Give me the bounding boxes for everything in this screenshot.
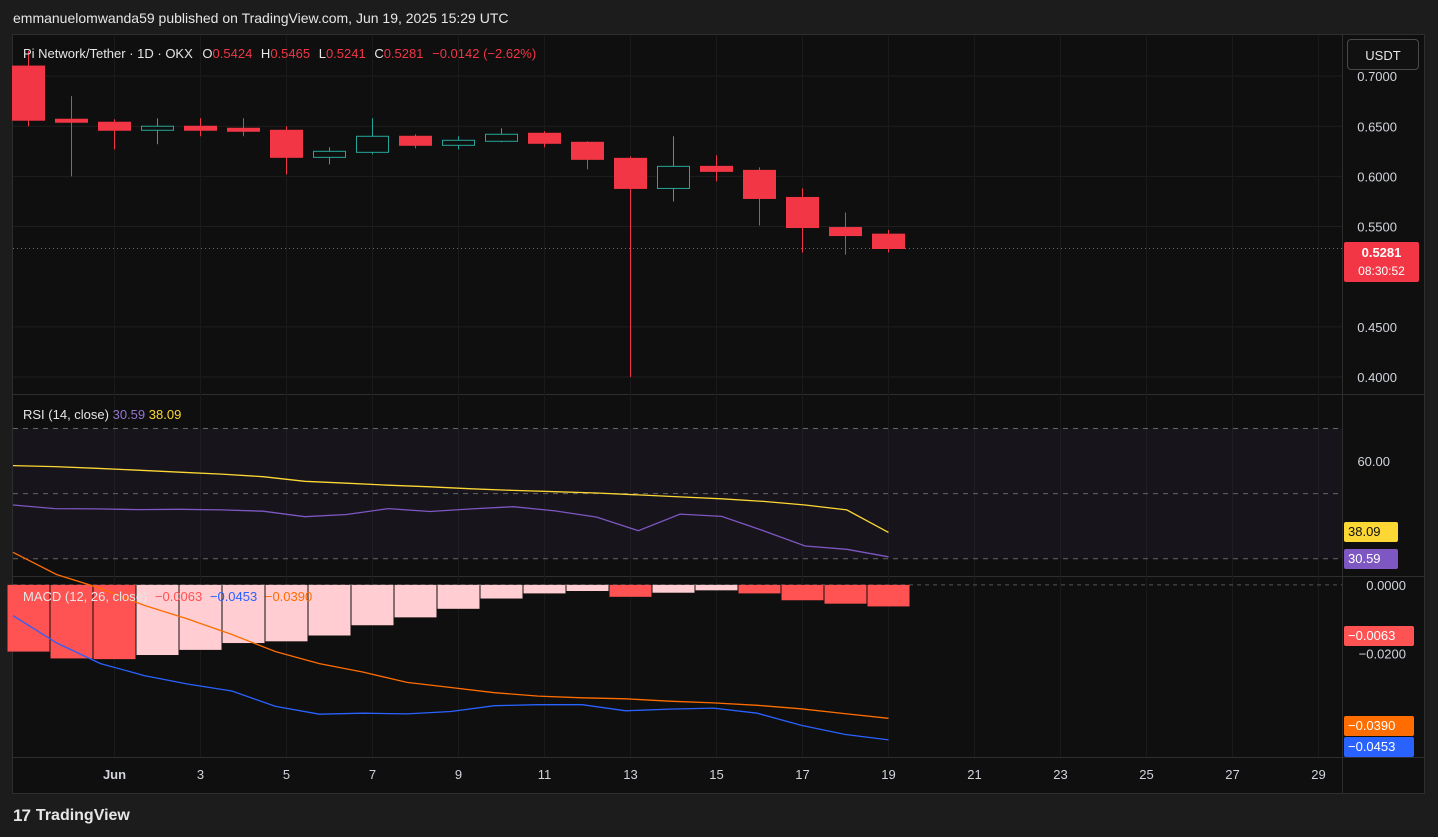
- macd-legend: MACD (12, 26, close) −0.0063 −0.0453 −0.…: [23, 589, 312, 604]
- close-label: C: [374, 46, 384, 61]
- time-tick-label: 11: [538, 767, 552, 782]
- macd-signal-value: −0.0390: [264, 589, 313, 604]
- macd-tick-label: −0.0200: [1359, 646, 1406, 661]
- candle-body: [12, 65, 45, 121]
- candle-body: [571, 141, 604, 160]
- tradingview-logo-icon[interactable]: 17: [13, 806, 31, 826]
- macd-tick-label: 0.0000: [1366, 578, 1406, 593]
- price-tick-label: 0.5500: [1357, 220, 1397, 235]
- macd-histogram-bar: [695, 584, 738, 591]
- macd-line-tag: −0.0453: [1344, 737, 1414, 757]
- macd-histogram-bar: [437, 584, 480, 609]
- macd-line-value: −0.0453: [209, 589, 258, 604]
- price-tick-label: 0.4500: [1357, 320, 1397, 335]
- candle-body: [614, 157, 647, 189]
- macd-histogram-bar: [824, 584, 867, 604]
- candle-body: [55, 118, 88, 123]
- time-tick-label: 5: [283, 767, 290, 782]
- candle-body: [528, 132, 561, 144]
- macd-label[interactable]: MACD (12, 26, close): [23, 589, 147, 604]
- candle-body: [485, 133, 518, 142]
- candle-body: [141, 125, 174, 131]
- candle-body: [98, 121, 131, 131]
- macd-hist-tag: −0.0063: [1344, 626, 1414, 646]
- high-value: 0.5465: [270, 46, 311, 61]
- macd-histogram-bar: [523, 584, 566, 594]
- bar-countdown: 08:30:52: [1358, 264, 1405, 278]
- macd-histogram-bar: [781, 584, 824, 601]
- time-tick-label: 25: [1139, 767, 1153, 782]
- candle-body: [313, 150, 346, 158]
- time-tick-label: 19: [881, 767, 895, 782]
- time-tick-label: Jun: [103, 767, 126, 782]
- candle-body: [872, 233, 905, 249]
- macd-histogram-bar: [738, 584, 781, 594]
- time-tick-label: 17: [795, 767, 809, 782]
- rsi-label[interactable]: RSI (14, close): [23, 407, 109, 422]
- price-tick-label: 0.4000: [1357, 370, 1397, 385]
- candle-body: [700, 165, 733, 172]
- low-label: L: [318, 46, 326, 61]
- close-value: 0.5281: [383, 46, 424, 61]
- footer: 17 TradingView: [13, 806, 130, 826]
- macd-histogram-bar: [566, 584, 609, 592]
- currency-button[interactable]: USDT: [1347, 39, 1419, 70]
- candle-body: [743, 169, 776, 199]
- candle-body: [657, 165, 690, 189]
- low-value: 0.5241: [325, 46, 366, 61]
- time-tick-label: 15: [709, 767, 723, 782]
- rsi-tick-label: 60.00: [1357, 454, 1390, 469]
- candle-body: [786, 196, 819, 229]
- price-tick-label: 0.6500: [1357, 119, 1397, 134]
- macd-hist-value: −0.0063: [154, 589, 203, 604]
- candle-body: [356, 135, 389, 153]
- time-tick-label: 7: [369, 767, 376, 782]
- candle-body: [399, 135, 432, 146]
- rsi-legend: RSI (14, close) 30.59 38.09: [23, 407, 181, 422]
- macd-histogram-bar: [308, 584, 351, 636]
- candle-body: [442, 139, 475, 146]
- candle-body: [829, 227, 862, 237]
- time-tick-label: 29: [1311, 767, 1325, 782]
- rsi-value: 30.59: [112, 407, 146, 422]
- open-label: O: [202, 46, 213, 61]
- chart-canvas[interactable]: 0.7000 0.6500 0.6000 0.5500 0.4500 0.4000 60.0…: [0, 0, 1438, 837]
- time-tick-label: 3: [197, 767, 204, 782]
- last-price-tag: 0.5281 08:30:52: [1344, 242, 1419, 282]
- rsi-tag: 30.59: [1344, 549, 1398, 569]
- time-tick-label: 9: [455, 767, 462, 782]
- macd-histogram-bar: [394, 584, 437, 618]
- footer-brand[interactable]: TradingView: [36, 807, 130, 825]
- rsi-ma-value: 38.09: [148, 407, 182, 422]
- open-value: 0.5424: [212, 46, 253, 61]
- high-label: H: [260, 46, 271, 61]
- last-price: 0.5281: [1361, 245, 1402, 260]
- price-legend: Pi Network/Tether · 1D · OKX O0.5424 H0.…: [23, 46, 536, 61]
- price-tick-label: 0.6000: [1357, 169, 1397, 184]
- candle-body: [227, 127, 260, 132]
- macd-histogram-bar: [480, 584, 523, 599]
- time-tick-label: 27: [1225, 767, 1239, 782]
- macd-histogram-bar: [867, 584, 910, 607]
- candle-body: [270, 129, 303, 158]
- macd-histogram-bar: [652, 584, 695, 593]
- rsi-ma-tag: 38.09: [1344, 522, 1398, 542]
- price-tick-label: 0.7000: [1357, 69, 1397, 84]
- time-tick-label: 13: [623, 767, 637, 782]
- macd-histogram-bar: [609, 584, 652, 597]
- time-tick-label: 21: [967, 767, 981, 782]
- candle-body: [184, 125, 217, 131]
- symbol-label[interactable]: Pi Network/Tether · 1D · OKX: [23, 46, 193, 61]
- time-tick-label: 23: [1053, 767, 1067, 782]
- change-value: −0.0142 (−2.62%): [432, 46, 537, 61]
- macd-histogram-bar: [351, 584, 394, 626]
- macd-signal-tag: −0.0390: [1344, 716, 1414, 736]
